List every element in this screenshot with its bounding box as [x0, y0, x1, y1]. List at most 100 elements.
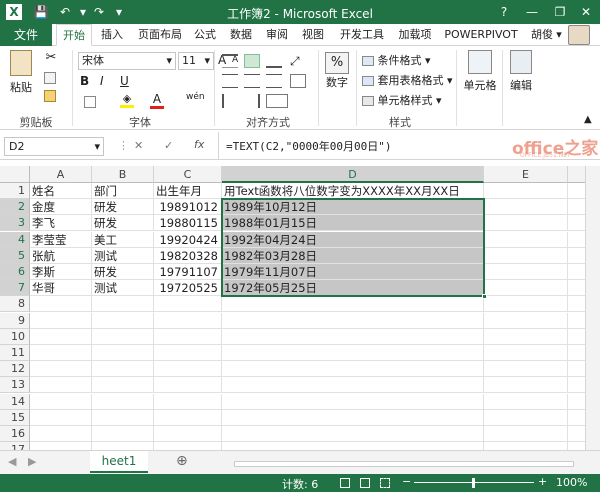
- paste-button[interactable]: 粘贴: [6, 50, 36, 95]
- cell-b6[interactable]: 研发: [92, 264, 154, 280]
- format-painter-icon[interactable]: [44, 90, 56, 102]
- cell-e12[interactable]: [484, 361, 568, 378]
- row-header-17[interactable]: 17: [0, 442, 30, 450]
- align-bottom-icon[interactable]: [266, 54, 282, 68]
- cell-e5[interactable]: [484, 247, 568, 264]
- cell-a2[interactable]: 金度: [30, 199, 92, 216]
- page-layout-view-icon[interactable]: [360, 478, 370, 488]
- cell-a11[interactable]: [30, 345, 92, 361]
- cell-e13[interactable]: [484, 377, 568, 394]
- font-color-button[interactable]: A: [150, 92, 164, 109]
- zoom-in-button[interactable]: +: [538, 475, 547, 488]
- cell-a12[interactable]: [30, 361, 92, 378]
- cell-d11[interactable]: [222, 345, 484, 361]
- cell-b12[interactable]: [92, 361, 154, 378]
- cell-b14[interactable]: [92, 393, 154, 410]
- cell-e8[interactable]: [484, 296, 568, 313]
- cell-c3[interactable]: 19880115: [154, 215, 222, 232]
- wrap-text-icon[interactable]: [290, 74, 306, 88]
- cell-d13[interactable]: [222, 377, 484, 394]
- cell-a6[interactable]: 李斯: [30, 264, 92, 280]
- editing-button[interactable]: 编辑: [506, 50, 536, 93]
- user-avatar[interactable]: [568, 25, 590, 45]
- cell-c4[interactable]: 19920424: [154, 231, 222, 248]
- row-header-6[interactable]: 6: [0, 264, 30, 280]
- cell-b10[interactable]: [92, 328, 154, 345]
- cell-d17[interactable]: [222, 442, 484, 450]
- cell-e17[interactable]: [484, 442, 568, 450]
- merge-center-icon[interactable]: [266, 94, 288, 108]
- row-header-8[interactable]: 8: [0, 296, 30, 313]
- zoom-slider-handle[interactable]: [472, 478, 475, 488]
- row-header-16[interactable]: 16: [0, 426, 30, 442]
- align-top-icon[interactable]: [222, 54, 238, 68]
- cell-c12[interactable]: [154, 361, 222, 378]
- cell-d5[interactable]: 1982年03月28日: [222, 247, 484, 264]
- align-left-icon[interactable]: [222, 74, 238, 88]
- italic-button[interactable]: I: [100, 74, 104, 88]
- cell-c7[interactable]: 19720525: [154, 280, 222, 297]
- cell-c13[interactable]: [154, 377, 222, 394]
- cell-a9[interactable]: [30, 312, 92, 329]
- cell-styles-button[interactable]: 单元格样式 ▾: [362, 92, 442, 108]
- cell-b15[interactable]: [92, 409, 154, 426]
- collapse-ribbon-icon[interactable]: ▲: [584, 114, 592, 125]
- cell-d12[interactable]: [222, 361, 484, 378]
- format-as-table-button[interactable]: 套用表格格式 ▾: [362, 72, 453, 88]
- insert-function-icon[interactable]: fx: [194, 138, 204, 151]
- row-header-13[interactable]: 13: [0, 377, 30, 394]
- minimize-button[interactable]: —: [518, 0, 546, 24]
- tab-developer[interactable]: 开发工具: [334, 24, 390, 46]
- number-format-button[interactable]: % 数字: [322, 52, 352, 90]
- help-button[interactable]: ?: [490, 0, 518, 24]
- cell-c14[interactable]: [154, 393, 222, 410]
- cell-e9[interactable]: [484, 312, 568, 329]
- cell-a13[interactable]: [30, 377, 92, 394]
- row-header-4[interactable]: 4: [0, 231, 30, 248]
- cell-c10[interactable]: [154, 328, 222, 345]
- cell-c1[interactable]: 出生年月: [154, 183, 222, 199]
- copy-icon[interactable]: [44, 72, 56, 84]
- cell-d4[interactable]: 1992年04月24日: [222, 231, 484, 248]
- cell-b2[interactable]: 研发: [92, 199, 154, 216]
- tab-file[interactable]: 文件: [0, 24, 52, 46]
- cell-b3[interactable]: 研发: [92, 215, 154, 232]
- cell-e10[interactable]: [484, 328, 568, 345]
- cell-c16[interactable]: [154, 426, 222, 442]
- cell-a1[interactable]: 姓名: [30, 183, 92, 199]
- cell-d10[interactable]: [222, 328, 484, 345]
- row-header-2[interactable]: 2: [0, 199, 30, 216]
- font-size-select[interactable]: 11 ▾: [178, 52, 214, 70]
- row-header-3[interactable]: 3: [0, 215, 30, 232]
- row-header-7[interactable]: 7: [0, 280, 30, 297]
- cell-b4[interactable]: 美工: [92, 231, 154, 248]
- cell-a10[interactable]: [30, 328, 92, 345]
- row-header-10[interactable]: 10: [0, 328, 30, 345]
- normal-view-icon[interactable]: [340, 478, 350, 488]
- cell-e7[interactable]: [484, 280, 568, 297]
- select-all-corner[interactable]: [0, 166, 30, 183]
- cell-b17[interactable]: [92, 442, 154, 450]
- cell-b11[interactable]: [92, 345, 154, 361]
- cell-c11[interactable]: [154, 345, 222, 361]
- font-name-select[interactable]: 宋体 ▾: [78, 52, 176, 70]
- cell-d3[interactable]: 1988年01月15日: [222, 215, 484, 232]
- phonetic-button[interactable]: wén: [186, 92, 205, 102]
- conditional-format-button[interactable]: 条件格式 ▾: [362, 52, 431, 68]
- cell-a3[interactable]: 李飞: [30, 215, 92, 232]
- cell-c6[interactable]: 19791107: [154, 264, 222, 280]
- cell-a7[interactable]: 华哥: [30, 280, 92, 297]
- scroll-tabs-right-icon[interactable]: ▶: [28, 455, 36, 468]
- row-header-15[interactable]: 15: [0, 409, 30, 426]
- user-dropdown-icon[interactable]: ▾: [554, 24, 564, 46]
- worksheet-grid[interactable]: ABCDEF 1234567891011121314151617 姓名部门出生年…: [0, 166, 600, 450]
- scroll-tabs-left-icon[interactable]: ◀: [8, 455, 16, 468]
- cell-b5[interactable]: 测试: [92, 247, 154, 264]
- tab-review[interactable]: 审阅: [262, 24, 292, 46]
- cut-icon[interactable]: ✂: [44, 51, 58, 64]
- restore-button[interactable]: ❐: [546, 0, 574, 24]
- tab-data[interactable]: 数据: [226, 24, 256, 46]
- cell-e1[interactable]: [484, 183, 568, 199]
- decrease-indent-icon[interactable]: [222, 94, 238, 108]
- sheet-tab[interactable]: heet1: [90, 451, 148, 473]
